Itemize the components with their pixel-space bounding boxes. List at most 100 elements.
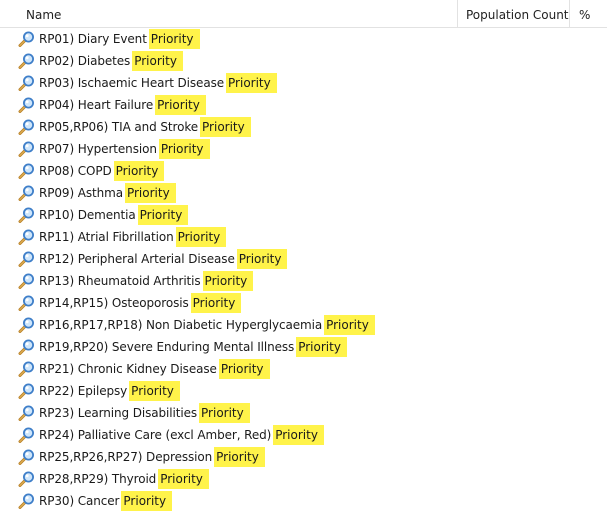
report-name: RP19,RP20) Severe Enduring Mental Illnes… [39,340,295,354]
list-item-label: RP13) Rheumatoid Arthritis Priority [39,270,254,292]
list-item-label: RP02) Diabetes Priority [39,50,183,72]
priority-badge: Priority [158,469,209,489]
report-name: RP14,RP15) Osteoporosis [39,296,189,310]
list-item-label: RP22) Epilepsy Priority [39,380,180,402]
list-item[interactable]: RP02) Diabetes Priority [0,50,607,72]
list-item-label: RP24) Palliative Care (excl Amber, Red) P… [39,424,324,446]
priority-badge: Priority [148,29,200,49]
list-item-label: RP03) Ischaemic Heart Disease Priority [39,72,277,94]
priority-badge: Priority [202,271,254,291]
list-item-label: RP10) Dementia Priority [39,204,189,226]
magnifier-icon [18,361,34,377]
list-item-label: RP19,RP20) Severe Enduring Mental Illnes… [39,336,347,358]
column-header-percent[interactable]: % [570,0,607,28]
magnifier-icon [18,53,34,69]
list-item[interactable]: RP09) Asthma Priority [0,182,607,204]
report-name: RP24) Palliative Care (excl Amber, Red) [39,428,272,442]
report-name: RP16,RP17,RP18) Non Diabetic Hyperglycae… [39,318,323,332]
priority-badge: Priority [199,403,250,423]
priority-badge: Priority [124,183,176,203]
priority-badge: Priority [218,359,270,379]
magnifier-icon [18,251,34,267]
list-item[interactable]: RP30) Cancer Priority [0,490,607,512]
list-item[interactable]: RP19,RP20) Severe Enduring Mental Illnes… [0,336,607,358]
report-name: RP04) Heart Failure [39,98,154,112]
list-item[interactable]: RP04) Heart Failure Priority [0,94,607,116]
magnifier-icon [18,75,34,91]
list-item-label: RP07) Hypertension Priority [39,138,210,160]
report-name: RP13) Rheumatoid Arthritis [39,274,201,288]
list-item-label: RP09) Asthma Priority [39,182,176,204]
list-item-label: RP16,RP17,RP18) Non Diabetic Hyperglycae… [39,314,375,336]
magnifier-icon [18,295,34,311]
priority-badge: Priority [137,205,189,225]
column-header-population-count[interactable]: Population Count [458,0,570,28]
list-item[interactable]: RP23) Learning Disabilities Priority [0,402,607,424]
priority-badge: Priority [190,293,242,313]
magnifier-icon [18,273,34,289]
list-item[interactable]: RP14,RP15) Osteoporosis Priority [0,292,607,314]
list-item[interactable]: RP21) Chronic Kidney Disease Priority [0,358,607,380]
list-item[interactable]: RP28,RP29) Thyroid Priority [0,468,607,490]
magnifier-icon [18,119,34,135]
list-item[interactable]: RP07) Hypertension Priority [0,138,607,160]
priority-badge: Priority [158,139,210,159]
priority-badge: Priority [129,381,180,401]
list-item-label: RP21) Chronic Kidney Disease Priority [39,358,270,380]
list-item[interactable]: RP01) Diary Event Priority [0,28,607,50]
priority-badge: Priority [200,117,251,137]
list-item-label: RP04) Heart Failure Priority [39,94,206,116]
list-item[interactable]: RP10) Dementia Priority [0,204,607,226]
magnifier-icon [18,207,34,223]
list-item-label: RP28,RP29) Thyroid Priority [39,468,209,490]
report-name: RP09) Asthma [39,186,123,200]
priority-badge: Priority [214,447,265,467]
list-item-label: RP08) COPD Priority [39,160,165,182]
magnifier-icon [18,471,34,487]
report-name: RP21) Chronic Kidney Disease [39,362,217,376]
priority-badge: Priority [236,249,288,269]
priority-badge: Priority [121,491,173,511]
magnifier-icon [18,383,34,399]
priority-badge: Priority [113,161,165,181]
magnifier-icon [18,317,34,333]
priority-badge: Priority [132,51,183,71]
list-item-label: RP11) Atrial Fibrillation Priority [39,226,227,248]
report-name: RP30) Cancer [39,494,120,508]
report-name: RP23) Learning Disabilities [39,406,198,420]
report-name: RP01) Diary Event [39,32,147,46]
list-item[interactable]: RP03) Ischaemic Heart Disease Priority [0,72,607,94]
report-name: RP02) Diabetes [39,54,131,68]
list-item[interactable]: RP16,RP17,RP18) Non Diabetic Hyperglycae… [0,314,607,336]
list-item[interactable]: RP22) Epilepsy Priority [0,380,607,402]
list-item[interactable]: RP11) Atrial Fibrillation Priority [0,226,607,248]
magnifier-icon [18,229,34,245]
magnifier-icon [18,405,34,421]
list-item[interactable]: RP24) Palliative Care (excl Amber, Red) P… [0,424,607,446]
column-header-name[interactable]: Name [0,0,458,28]
priority-badge: Priority [175,227,227,247]
report-name: RP07) Hypertension [39,142,157,156]
report-name: RP08) COPD [39,164,112,178]
magnifier-icon [18,493,34,509]
report-name: RP12) Peripheral Arterial Disease [39,252,235,266]
priority-badge: Priority [324,315,375,335]
list-item[interactable]: RP12) Peripheral Arterial Disease Priorit… [0,248,607,270]
magnifier-icon [18,185,34,201]
magnifier-icon [18,339,34,355]
list-item[interactable]: RP13) Rheumatoid Arthritis Priority [0,270,607,292]
report-name: RP03) Ischaemic Heart Disease [39,76,225,90]
list-item-label: RP30) Cancer Priority [39,490,173,512]
report-name: RP05,RP06) TIA and Stroke [39,120,199,134]
list-item[interactable]: RP25,RP26,RP27) Depression Priority [0,446,607,468]
report-name: RP28,RP29) Thyroid [39,472,157,486]
report-name: RP10) Dementia [39,208,136,222]
list-item[interactable]: RP08) COPD Priority [0,160,607,182]
magnifier-icon [18,449,34,465]
list-item-label: RP01) Diary Event Priority [39,28,200,50]
list-item[interactable]: RP05,RP06) TIA and Stroke Priority [0,116,607,138]
magnifier-icon [18,31,34,47]
magnifier-icon [18,427,34,443]
priority-badge: Priority [226,73,277,93]
priority-badge: Priority [273,425,324,445]
